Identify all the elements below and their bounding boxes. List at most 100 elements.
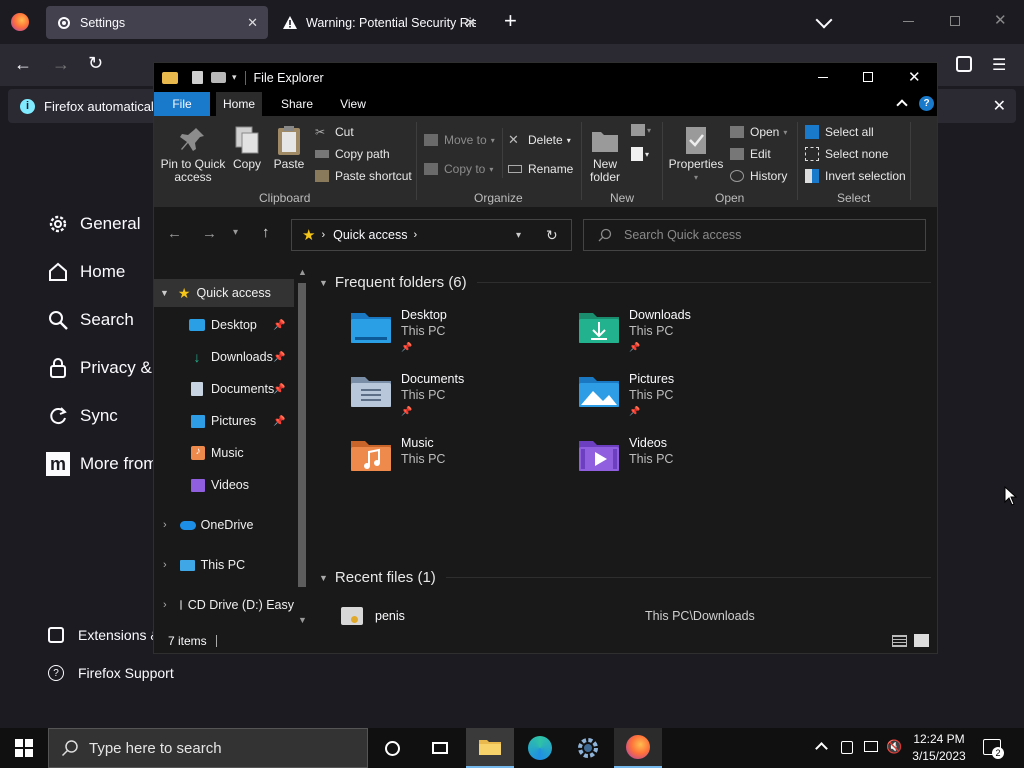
network-icon[interactable] (864, 741, 878, 752)
nav-item-documents[interactable]: Documents 📌 (154, 375, 294, 403)
folder-tile-videos[interactable]: Videos This PC (577, 435, 673, 475)
recent-file-row[interactable]: penis This PC\Downloads (341, 605, 901, 627)
extensions-icon[interactable] (956, 56, 972, 72)
frequent-folders-header[interactable]: ▼ Frequent folders (6) (319, 274, 931, 291)
cortana-button[interactable] (368, 728, 416, 768)
nav-item-this-pc[interactable]: › This PC (154, 551, 294, 579)
maximize-icon[interactable] (863, 72, 873, 82)
search-box[interactable]: Search Quick access (583, 219, 926, 251)
sidebar-item-general[interactable]: General (46, 212, 140, 236)
pin-to-quick-access-button[interactable]: Pin to Quick access (160, 124, 226, 184)
edit-button[interactable]: Edit (730, 147, 771, 161)
forward-icon[interactable]: → (52, 54, 70, 75)
select-none-button[interactable]: Select none (805, 147, 888, 161)
folder-tile-music[interactable]: Music This PC (349, 435, 445, 475)
refresh-icon[interactable]: ↻ (546, 227, 558, 244)
close-tab-icon[interactable]: ✕ (247, 15, 258, 31)
copy-path-button[interactable]: Copy path (315, 147, 390, 161)
sidebar-item-home[interactable]: Home (46, 260, 125, 284)
delete-button[interactable]: ✕ Delete ▾ (508, 133, 571, 147)
list-all-tabs-icon[interactable] (815, 11, 833, 29)
tab-home[interactable]: Home (216, 92, 262, 116)
sidebar-item-sync[interactable]: Sync (46, 404, 118, 428)
cut-button[interactable]: ✂ Cut (315, 125, 354, 139)
sidebar-item-extensions[interactable]: Extensions & (48, 627, 160, 643)
minimize-icon[interactable] (818, 77, 828, 78)
nav-item-quick-access[interactable]: ▼ ★ Quick access (154, 279, 294, 307)
task-view-button[interactable] (416, 728, 464, 768)
volume-muted-icon[interactable]: 🔇 (886, 739, 902, 755)
paste-button[interactable]: Paste (270, 124, 308, 171)
sidebar-item-search[interactable]: Search (46, 308, 134, 332)
file-explorer-taskbar-button[interactable] (466, 728, 514, 768)
large-icons-view-icon[interactable] (914, 634, 929, 647)
start-button[interactable] (0, 728, 48, 768)
copy-button[interactable]: Copy (230, 124, 264, 171)
show-hidden-icons-icon[interactable] (815, 742, 828, 755)
notifications-button[interactable]: 2 (983, 739, 1004, 759)
scroll-down-icon[interactable]: ▼ (298, 615, 307, 625)
nav-item-desktop[interactable]: Desktop 📌 (154, 311, 294, 339)
address-dropdown-icon[interactable]: ▾ (516, 230, 521, 241)
close-tab-icon[interactable]: ✕ (465, 15, 476, 31)
paste-shortcut-button[interactable]: Paste shortcut (315, 169, 412, 183)
close-window-icon[interactable]: ✕ (908, 68, 921, 86)
expand-chevron-icon[interactable]: › (163, 599, 167, 611)
folder-tile-documents[interactable]: Documents This PC 📌 (349, 371, 464, 419)
restore-icon[interactable] (950, 16, 960, 26)
history-button[interactable]: History (730, 169, 787, 183)
back-icon[interactable]: ← (167, 225, 182, 242)
close-window-icon[interactable]: ✕ (994, 11, 1007, 29)
firefox-logo-icon[interactable] (11, 13, 29, 31)
expand-chevron-icon[interactable]: ▼ (160, 288, 169, 298)
new-folder-quick-icon[interactable] (211, 72, 226, 83)
recent-locations-icon[interactable]: ▾ (233, 227, 238, 238)
select-all-button[interactable]: Select all (805, 125, 874, 139)
scroll-up-icon[interactable]: ▲ (298, 267, 307, 277)
folder-tile-pictures[interactable]: Pictures This PC 📌 (577, 371, 674, 419)
tab-settings[interactable]: Settings ✕ (46, 6, 268, 39)
easy-access-button[interactable]: ▾ (631, 147, 649, 161)
clock[interactable]: 12:24 PM 3/15/2023 (906, 731, 972, 765)
tab-share[interactable]: Share (274, 92, 320, 116)
sidebar-item-firefox-support[interactable]: ? Firefox Support (48, 665, 174, 681)
folder-tile-desktop[interactable]: Desktop This PC 📌 (349, 307, 447, 355)
back-icon[interactable]: ← (14, 54, 32, 75)
properties-button[interactable]: Properties ▾ (667, 124, 725, 184)
taskbar-search-box[interactable]: Type here to search (48, 728, 368, 768)
customize-toolbar-icon[interactable]: ▾ (232, 72, 237, 83)
new-tab-button[interactable]: + (504, 8, 517, 34)
meet-now-icon[interactable] (841, 741, 853, 754)
recent-files-header[interactable]: ▼ Recent files (1) (319, 569, 931, 586)
forward-icon[interactable]: → (202, 225, 217, 242)
sidebar-item-privacy[interactable]: Privacy & S (46, 356, 168, 380)
up-icon[interactable]: ↑ (262, 224, 270, 241)
nav-item-onedrive[interactable]: › OneDrive (154, 511, 294, 539)
nav-item-videos[interactable]: Videos (154, 471, 294, 499)
nav-item-pictures[interactable]: Pictures 📌 (154, 407, 294, 435)
tab-file[interactable]: File (154, 92, 210, 116)
properties-quick-icon[interactable] (192, 71, 203, 84)
nav-scrollbar[interactable]: ▲ ▼ (294, 263, 311, 629)
sidebar-item-more-from-mozilla[interactable]: m More from (46, 452, 157, 476)
scrollbar-thumb[interactable] (298, 283, 306, 587)
details-view-icon[interactable] (892, 635, 907, 647)
help-icon[interactable]: ? (919, 96, 934, 111)
new-item-icon-button[interactable]: ▾ (631, 124, 651, 136)
reload-icon[interactable]: ↻ (88, 53, 103, 74)
settings-taskbar-button[interactable] (564, 728, 612, 768)
address-bar[interactable]: ★ › Quick access › ▾ ↻ (291, 219, 572, 251)
nav-item-cd-drive[interactable]: › CD Drive (D:) Easy (154, 591, 294, 619)
rename-button[interactable]: Rename (508, 162, 573, 176)
nav-item-downloads[interactable]: ↓ Downloads 📌 (154, 343, 294, 371)
expand-chevron-icon[interactable]: › (163, 519, 167, 531)
folder-tile-downloads[interactable]: Downloads This PC 📌 (577, 307, 691, 355)
tab-security-warning[interactable]: Warning: Potential Security Risk ✕ (272, 6, 486, 39)
tab-view[interactable]: View (330, 92, 376, 116)
minimize-icon[interactable] (903, 21, 914, 22)
menu-icon[interactable]: ☰ (992, 55, 1006, 75)
edge-taskbar-button[interactable] (516, 728, 564, 768)
expand-chevron-icon[interactable]: › (163, 559, 167, 571)
new-folder-button[interactable]: New folder (586, 124, 624, 184)
copy-to-button[interactable]: Copy to ▾ (424, 162, 493, 176)
